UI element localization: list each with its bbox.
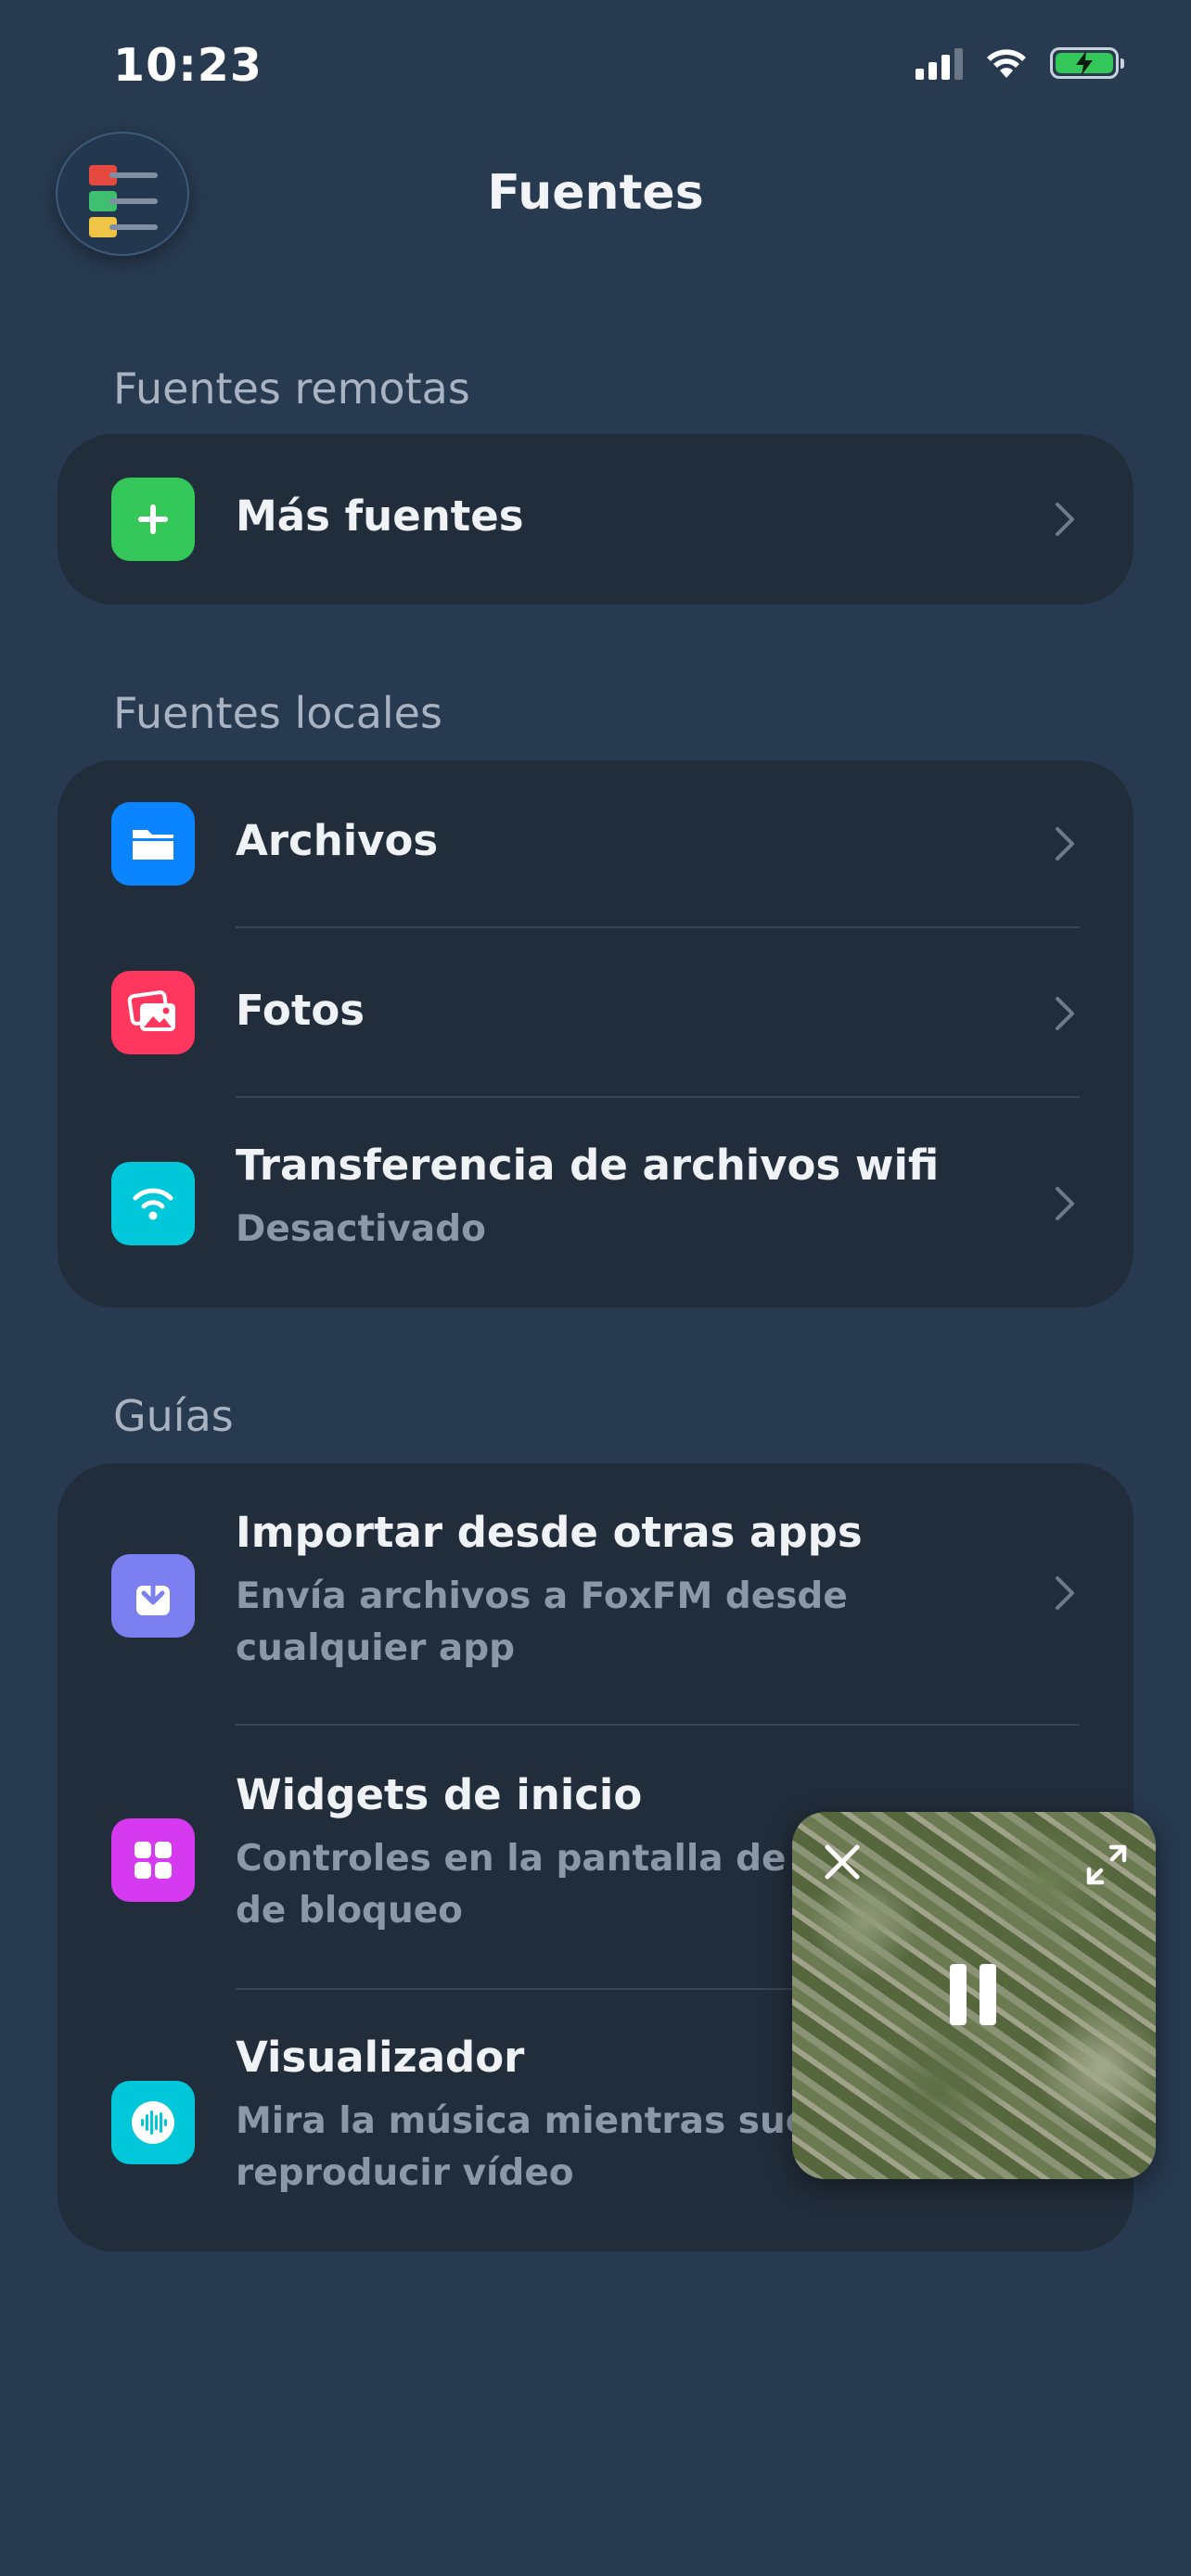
list-item-label: Transferencia de archivos wifi (236, 1141, 940, 1190)
list-item-wifi-transfer[interactable]: Transferencia de archivos wifi Desactiva… (58, 1098, 1133, 1307)
remote-sources-card: Más fuentes (58, 434, 1133, 605)
wifi-icon (111, 1162, 195, 1245)
wifi-status-icon (987, 49, 1026, 78)
cellular-signal-icon (916, 46, 963, 80)
section-label-guides: Guías (113, 1391, 234, 1441)
list-item-files[interactable]: Archivos (58, 760, 1133, 927)
list-item-label: Fotos (236, 986, 365, 1035)
plus-icon (111, 478, 195, 561)
pause-icon[interactable] (950, 1964, 996, 2025)
close-icon[interactable] (822, 1842, 863, 1882)
section-label-remote: Fuentes remotas (113, 363, 470, 414)
expand-icon[interactable] (1085, 1843, 1128, 1886)
list-item-description: reproducir vídeo (236, 2152, 574, 2194)
list-item-label: Archivos (236, 816, 439, 865)
list-item-description: Controles en la pantalla de inic (236, 1838, 871, 1880)
waveform-icon (111, 2081, 195, 2164)
list-item-status: Desactivado (236, 1208, 486, 1250)
list-item-description: Envía archivos a FoxFM desde (236, 1575, 848, 1617)
list-item-description: de bloqueo (236, 1890, 463, 1932)
list-item-label: Visualizador (236, 2033, 525, 2082)
chevron-right-icon (1056, 997, 1074, 1030)
local-sources-card: Archivos Fotos Transferencia de archivos… (58, 760, 1133, 1307)
list-item-label: Más fuentes (236, 491, 524, 541)
list-item-description: cualquier app (236, 1627, 516, 1669)
import-icon (111, 1554, 195, 1638)
photos-icon (111, 971, 195, 1054)
list-item-more-sources[interactable]: Más fuentes (58, 434, 1133, 605)
status-time: 10:23 (113, 39, 263, 92)
battery-icon (1050, 47, 1124, 79)
pip-video-player[interactable] (792, 1812, 1156, 2179)
list-item-label: Widgets de inicio (236, 1770, 643, 1819)
chevron-right-icon (1056, 1576, 1074, 1610)
chevron-right-icon (1056, 503, 1074, 536)
list-item-description: Mira la música mientras suena (236, 2100, 861, 2142)
chevron-right-icon (1056, 827, 1074, 861)
widgets-icon (111, 1818, 195, 1902)
list-item-label: Importar desde otras apps (236, 1508, 863, 1557)
section-label-local: Fuentes locales (113, 688, 442, 738)
chevron-right-icon (1056, 1187, 1074, 1220)
folder-icon (111, 802, 195, 886)
list-item-photos[interactable]: Fotos (58, 928, 1133, 1097)
status-icons (916, 46, 1124, 80)
page-title: Fuentes (487, 165, 704, 221)
list-item-import[interactable]: Importar desde otras apps Envía archivos… (58, 1463, 1133, 1725)
